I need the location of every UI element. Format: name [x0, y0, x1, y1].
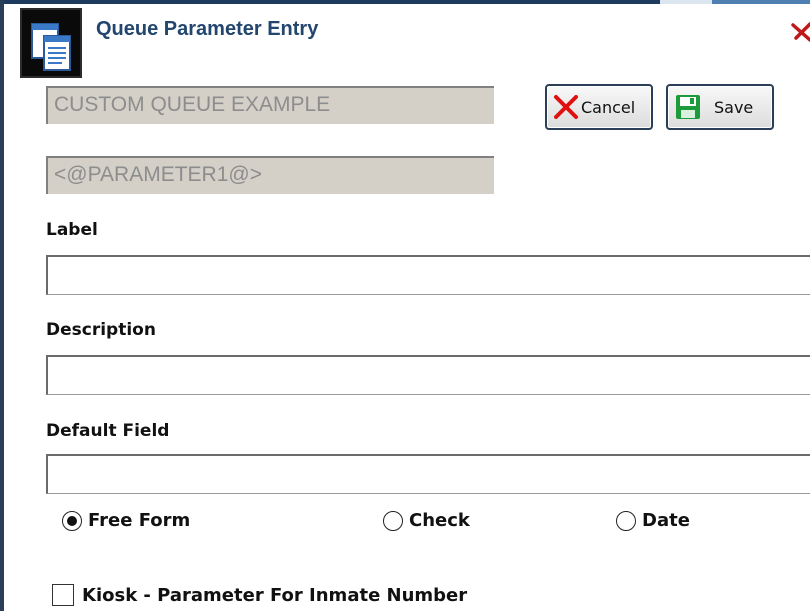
save-button[interactable]: Save [666, 84, 774, 130]
cancel-button[interactable]: Cancel [545, 84, 653, 130]
copy-documents-icon [20, 8, 82, 78]
floppy-disk-icon [674, 93, 702, 121]
radio-date[interactable]: Date [616, 510, 690, 531]
default-field-input[interactable] [46, 454, 810, 494]
label-field-label: Label [46, 220, 98, 240]
kiosk-checkbox[interactable]: Kiosk - Parameter For Inmate Number [52, 584, 467, 606]
description-input[interactable] [46, 355, 810, 395]
radio-free-form[interactable]: Free Form [62, 510, 190, 531]
radio-button-icon [383, 510, 403, 531]
radio-free-form-label: Free Form [88, 510, 191, 531]
radio-date-label: Date [642, 510, 690, 531]
checkbox-icon [52, 584, 74, 606]
close-icon[interactable] [790, 20, 810, 42]
dialog-title: Queue Parameter Entry [96, 18, 319, 40]
radio-button-icon [616, 510, 636, 531]
label-input[interactable] [46, 255, 810, 295]
default-field-label: Default Field [46, 421, 170, 441]
description-field-label: Description [46, 320, 156, 340]
radio-check-label: Check [409, 510, 470, 531]
radio-check[interactable]: Check [383, 510, 470, 531]
kiosk-checkbox-label: Kiosk - Parameter For Inmate Number [82, 584, 468, 606]
save-button-label: Save [714, 97, 754, 117]
window-left-edge [0, 0, 4, 611]
parameter-token-field: <@PARAMETER1@> [46, 156, 494, 194]
red-x-icon [553, 94, 579, 120]
radio-button-icon [62, 510, 82, 531]
queue-name-field: CUSTOM QUEUE EXAMPLE [46, 86, 494, 124]
cancel-button-label: Cancel [581, 97, 636, 117]
background-window-accent [712, 0, 810, 4]
radio-selected-dot [67, 515, 77, 526]
